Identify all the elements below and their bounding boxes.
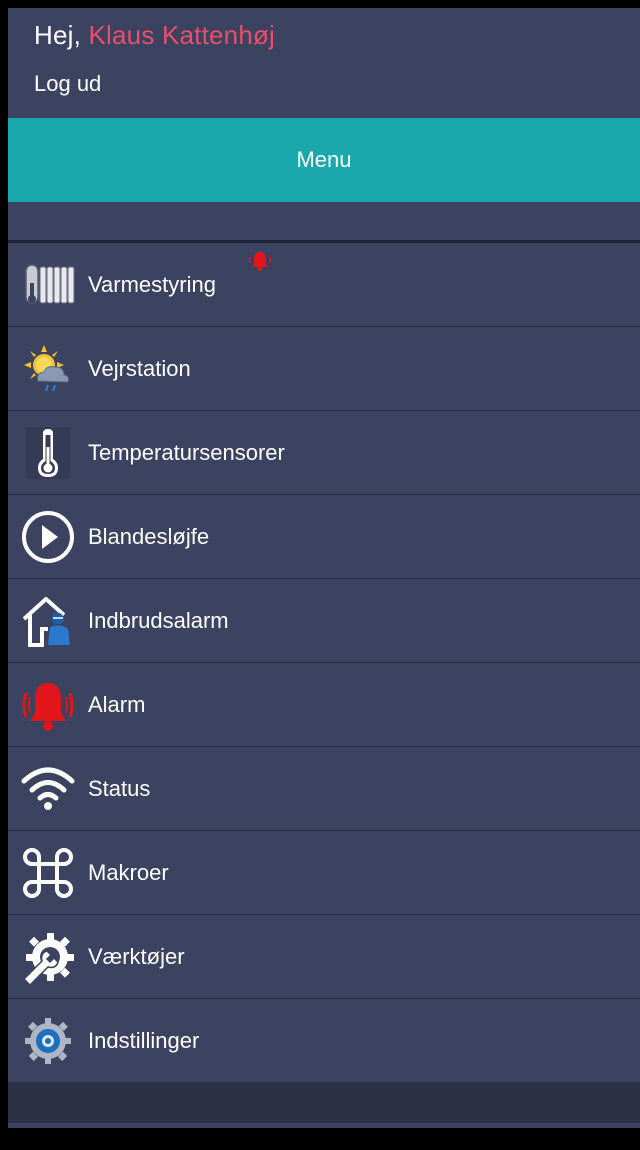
menu-item-label: Status <box>88 775 151 801</box>
menu-item-alarm[interactable]: Alarm <box>8 663 640 747</box>
house-burglar-icon <box>20 593 76 649</box>
menu-item-temperatursensorer[interactable]: Temperatursensorer <box>8 411 640 495</box>
wifi-icon <box>20 761 76 817</box>
alert-bell-icon <box>248 249 272 273</box>
menu-item-indstillinger[interactable]: Indstillinger <box>8 999 640 1083</box>
greeting-prefix: Hej, <box>34 20 82 50</box>
menu-item-makroer[interactable]: Makroer <box>8 831 640 915</box>
logout-link[interactable]: Log ud <box>34 71 101 97</box>
footer-strip <box>8 1083 640 1123</box>
menu-item-label: Varmestyring <box>88 271 216 297</box>
play-circle-icon <box>20 509 76 565</box>
menu-button[interactable]: Menu <box>8 118 640 202</box>
weather-sun-cloud-icon <box>20 341 76 397</box>
menu-item-status[interactable]: Status <box>8 747 640 831</box>
wrench-gear-icon <box>20 929 76 985</box>
user-name[interactable]: Klaus Kattenhøj <box>88 20 275 50</box>
header: Hej, Klaus Kattenhøj Log ud <box>8 8 640 118</box>
menu-item-vaerktojer[interactable]: Værktøjer <box>8 915 640 999</box>
thermometer-icon <box>20 425 76 481</box>
menu-item-label: Makroer <box>88 859 169 885</box>
menu-item-vejrstation[interactable]: Vejrstation <box>8 327 640 411</box>
menu-item-varmestyring[interactable]: Varmestyring <box>8 243 640 327</box>
menu-item-label: Vejrstation <box>88 355 191 381</box>
menu-item-label: Indstillinger <box>88 1027 200 1053</box>
radiator-thermometer-icon <box>20 257 76 313</box>
menu-item-blandeslojfe[interactable]: Blandesløjfe <box>8 495 640 579</box>
menu-item-indbrudsalarm[interactable]: Indbrudsalarm <box>8 579 640 663</box>
menu-item-label: Værktøjer <box>88 943 185 969</box>
left-edge <box>0 0 8 1150</box>
settings-gear-icon <box>20 1013 76 1069</box>
menu-label: Menu <box>296 147 352 172</box>
menu-item-label: Blandesløjfe <box>88 523 210 549</box>
alarm-bell-icon <box>20 677 76 733</box>
command-key-icon <box>20 845 76 901</box>
menu-item-label: Indbrudsalarm <box>88 607 229 633</box>
menu-item-label: Temperatursensorer <box>88 439 285 465</box>
app-drawer: Hej, Klaus Kattenhøj Log ud Menu Varmest… <box>8 8 640 1128</box>
greeting: Hej, Klaus Kattenhøj <box>34 20 275 51</box>
menu-item-label: Alarm <box>88 691 146 717</box>
